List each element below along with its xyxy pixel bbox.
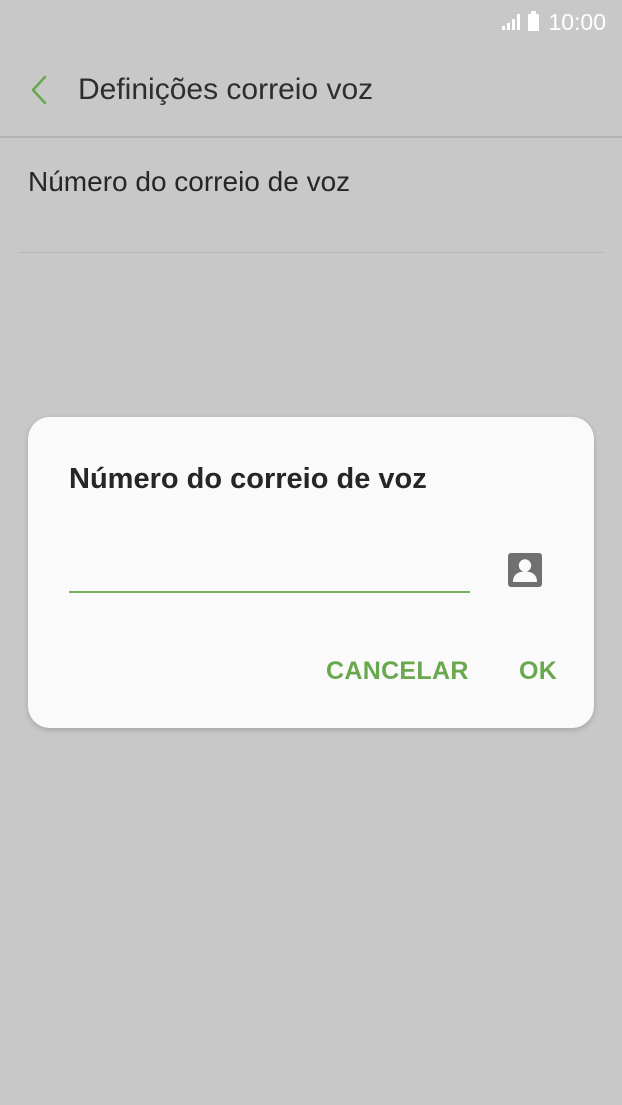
list-item-voicemail-number[interactable]: Número do correio de voz	[18, 138, 604, 253]
list-item-label: Número do correio de voz	[28, 166, 351, 197]
contact-icon	[508, 553, 542, 587]
back-button[interactable]	[0, 44, 78, 136]
status-time: 10:00	[548, 8, 606, 35]
voicemail-number-input[interactable]	[69, 553, 470, 593]
voicemail-number-dialog: Número do correio de voz CANCELAR OK	[28, 417, 594, 728]
dialog-title: Número do correio de voz	[69, 463, 427, 495]
dialog-actions: CANCELAR OK	[28, 647, 594, 695]
signal-icon	[502, 14, 521, 30]
contacts-button[interactable]	[503, 548, 547, 592]
battery-icon	[528, 10, 540, 31]
app-bar: Definições correio voz	[0, 44, 622, 138]
page-title: Definições correio voz	[78, 73, 374, 106]
cancel-button[interactable]: CANCELAR	[326, 647, 469, 695]
chevron-left-icon	[31, 75, 47, 105]
ok-button[interactable]: OK	[519, 647, 557, 695]
status-bar: 10:00	[0, 0, 622, 44]
